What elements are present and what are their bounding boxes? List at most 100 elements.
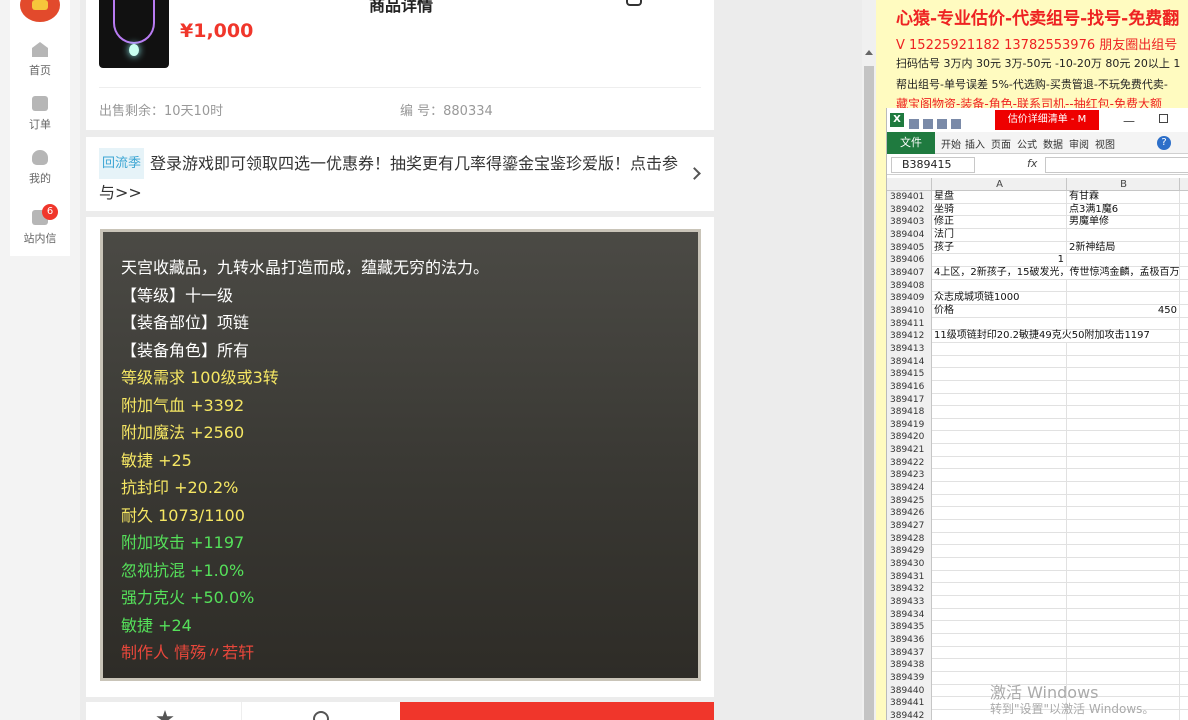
cell-b[interactable]	[1068, 621, 1180, 634]
row-number[interactable]: 389417	[887, 393, 932, 407]
row-number[interactable]: 389432	[887, 583, 932, 596]
cell-b[interactable]	[1068, 633, 1180, 647]
nav-item-messages[interactable]: 站内信 6	[10, 204, 70, 246]
cell-b[interactable]	[1068, 583, 1180, 596]
cell-b[interactable]	[1068, 317, 1180, 331]
row-number[interactable]: 389406	[887, 254, 932, 267]
cell-a[interactable]	[933, 317, 1067, 331]
favorite-button[interactable]	[86, 702, 242, 720]
cell-a[interactable]	[933, 380, 1067, 394]
cell-a[interactable]	[933, 545, 1067, 559]
cell-a[interactable]	[933, 532, 1067, 546]
cell-b[interactable]	[1068, 355, 1180, 369]
cell-b[interactable]: 有甘霖	[1068, 191, 1180, 204]
row-number[interactable]: 389414	[887, 355, 932, 369]
chat-button[interactable]	[243, 702, 399, 720]
file-tab[interactable]: 文件	[887, 132, 935, 154]
cell-b[interactable]	[1068, 406, 1180, 419]
row-number[interactable]: 389429	[887, 545, 932, 559]
row-number[interactable]: 389420	[887, 431, 932, 445]
row-number[interactable]: 389423	[887, 469, 932, 483]
cell-b[interactable]: 450	[1068, 304, 1180, 318]
tab-page[interactable]: 页面	[991, 136, 1011, 151]
cell-a[interactable]	[933, 633, 1067, 647]
product-thumbnail[interactable]	[99, 0, 169, 68]
row-number[interactable]: 389431	[887, 570, 932, 584]
nav-item-profile[interactable]: 我的	[10, 150, 70, 186]
row-number[interactable]: 389436	[887, 633, 932, 647]
nav-item-orders[interactable]: 订单	[10, 96, 70, 132]
row-number[interactable]: 389401	[887, 191, 932, 204]
row-number[interactable]: 389416	[887, 380, 932, 394]
cell-b[interactable]: 2新神结局	[1068, 241, 1180, 255]
row-number[interactable]: 389409	[887, 292, 932, 305]
row-number[interactable]: 389440	[887, 684, 932, 698]
cell-a[interactable]	[933, 646, 1067, 660]
row-number[interactable]: 389412	[887, 330, 932, 343]
cell-b[interactable]	[1068, 507, 1180, 521]
row-number[interactable]: 389413	[887, 342, 932, 356]
row-number[interactable]: 389438	[887, 659, 932, 672]
cell-a[interactable]: 星盘	[933, 191, 1067, 204]
cell-b[interactable]	[1068, 659, 1180, 672]
cell-a[interactable]	[933, 570, 1067, 584]
row-number[interactable]: 389403	[887, 216, 932, 229]
row-number[interactable]: 389428	[887, 532, 932, 546]
cell-a[interactable]: 坐骑	[933, 203, 1067, 217]
cell-b[interactable]	[1068, 393, 1180, 407]
cell-b[interactable]	[1068, 418, 1180, 432]
row-number[interactable]: 389439	[887, 671, 932, 685]
cell-a[interactable]	[933, 469, 1067, 483]
cell-b[interactable]	[1068, 520, 1180, 533]
row-number[interactable]: 389437	[887, 646, 932, 660]
row-number[interactable]: 389407	[887, 266, 932, 280]
cell-b[interactable]	[1068, 368, 1180, 381]
redo-icon[interactable]	[937, 119, 947, 129]
row-number[interactable]: 389415	[887, 368, 932, 381]
cell-a[interactable]: 1	[933, 254, 1067, 267]
row-number[interactable]: 389427	[887, 520, 932, 533]
cell-a[interactable]	[933, 608, 1067, 622]
row-number[interactable]: 389408	[887, 279, 932, 293]
cell-a[interactable]	[933, 558, 1067, 571]
cell-a[interactable]	[933, 368, 1067, 381]
cell-a[interactable]	[933, 583, 1067, 596]
row-number[interactable]: 389402	[887, 203, 932, 217]
cell-b[interactable]	[1068, 545, 1180, 559]
row-number[interactable]: 389411	[887, 317, 932, 331]
cell-b[interactable]	[1068, 380, 1180, 394]
column-header-b[interactable]: B	[1068, 178, 1180, 191]
cell-b[interactable]: 男魔单修	[1068, 216, 1180, 229]
minimize-icon[interactable]: —	[1123, 114, 1135, 128]
tab-insert[interactable]: 插入	[965, 136, 985, 151]
save-icon[interactable]	[909, 119, 919, 129]
row-number[interactable]: 389433	[887, 596, 932, 609]
row-number[interactable]: 389424	[887, 482, 932, 495]
fx-icon[interactable]: fx	[1027, 157, 1037, 170]
cell-a[interactable]: 法门	[933, 228, 1067, 242]
cell-a[interactable]	[933, 621, 1067, 634]
row-number[interactable]: 389418	[887, 406, 932, 419]
cell-a[interactable]	[933, 279, 1067, 293]
row-number[interactable]: 389404	[887, 228, 932, 242]
cell-a[interactable]: 4上区，2新孩子，15破发光，传世惊鸿金麟，孟极百万	[933, 267, 1188, 280]
cell-b[interactable]	[1068, 228, 1180, 242]
cell-a[interactable]	[933, 456, 1067, 470]
row-number[interactable]: 389410	[887, 304, 932, 318]
page-scrollbar[interactable]	[862, 0, 876, 720]
row-number[interactable]: 389441	[887, 697, 932, 710]
cell-a[interactable]	[933, 494, 1067, 508]
row-number[interactable]: 389435	[887, 621, 932, 634]
cell-a[interactable]	[933, 659, 1067, 672]
cell-b[interactable]	[1068, 570, 1180, 584]
cell-b[interactable]	[1068, 558, 1180, 571]
cell-a[interactable]	[933, 482, 1067, 495]
cell-b[interactable]	[1068, 456, 1180, 470]
cell-b[interactable]	[1068, 646, 1180, 660]
cell-a[interactable]	[933, 431, 1067, 445]
row-number[interactable]: 389442	[887, 709, 932, 720]
formula-input[interactable]	[1045, 157, 1188, 173]
row-number[interactable]: 389419	[887, 418, 932, 432]
help-icon[interactable]: ?	[1157, 136, 1171, 150]
customize-icon[interactable]	[951, 119, 961, 129]
